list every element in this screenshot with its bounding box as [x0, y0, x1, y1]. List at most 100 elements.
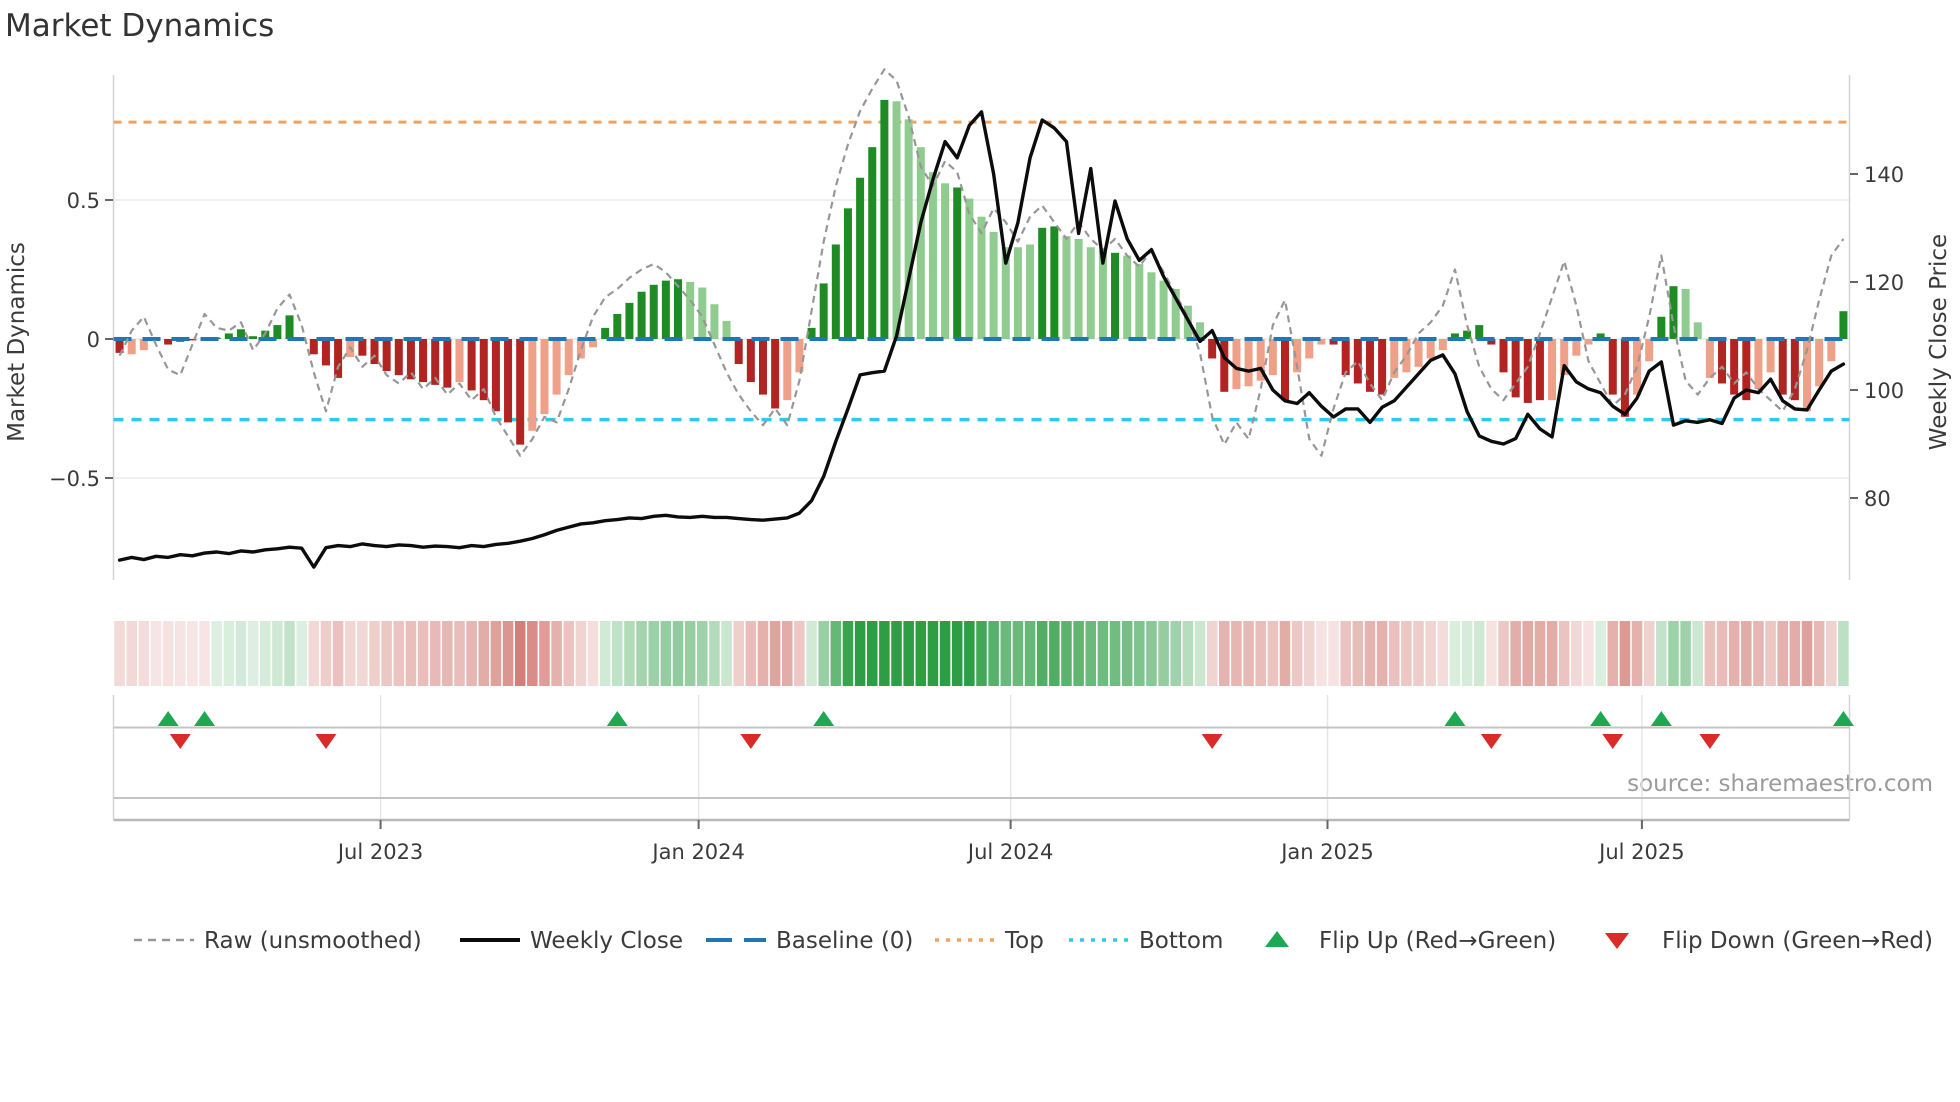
- heatmap-strip: [114, 621, 1849, 686]
- heatmap-cell: [150, 621, 162, 686]
- bar: [856, 177, 865, 339]
- bar: [1548, 339, 1557, 401]
- bar: [1305, 339, 1314, 359]
- heatmap-cell: [733, 621, 744, 686]
- bar: [953, 187, 962, 339]
- heatmap-cell: [1255, 621, 1266, 686]
- bar: [1669, 286, 1678, 339]
- bar: [1365, 339, 1374, 392]
- heatmap-cell: [951, 621, 963, 686]
- heatmap-cell: [126, 621, 137, 686]
- heatmap-cell: [781, 621, 793, 686]
- x-tick-label: Jul 2024: [966, 840, 1053, 864]
- heatmap-cell: [1316, 621, 1327, 686]
- heatmap-cell: [575, 621, 587, 686]
- right-tick-label: 140: [1864, 163, 1904, 187]
- bar: [443, 339, 452, 388]
- heatmap-cell: [1595, 621, 1606, 686]
- heatmap-cell: [1206, 621, 1218, 686]
- bar: [1147, 272, 1156, 339]
- right-tick-label: 100: [1864, 379, 1904, 403]
- heatmap-cell: [357, 621, 368, 686]
- bar: [370, 339, 379, 365]
- heatmap-cell: [1656, 621, 1667, 686]
- heatmap-cell: [1583, 621, 1594, 686]
- main-plot: 0.5 0 −0.5 140 120 100 80: [49, 68, 1904, 580]
- bar: [1353, 339, 1362, 384]
- bar: [783, 339, 792, 401]
- bar: [843, 208, 852, 339]
- right-tick-label: 80: [1864, 487, 1891, 511]
- flip-up-markers: [157, 711, 1854, 726]
- heatmap-cell: [1643, 621, 1655, 686]
- heatmap-cell: [344, 621, 356, 686]
- heatmap-cell: [1838, 621, 1849, 686]
- heatmap-cell: [1486, 621, 1497, 686]
- bar: [528, 339, 537, 431]
- heatmap-cell: [563, 621, 575, 686]
- heatmap-cell: [648, 621, 659, 686]
- heatmap-cell: [1753, 621, 1764, 686]
- heatmap-cell: [1231, 621, 1242, 686]
- bar: [1062, 236, 1071, 339]
- heatmap-cell: [927, 621, 939, 686]
- flip-up-marker: [1590, 711, 1612, 726]
- generated-chart-content: 0.50−0.514012010080Jul 2023 Jan 2024 Jul 2…: [49, 68, 1933, 954]
- heatmap-cell: [490, 621, 502, 686]
- heatmap-cell: [1680, 621, 1691, 686]
- bar: [758, 339, 767, 395]
- bar: [1159, 280, 1168, 339]
- heatmap-cell: [745, 621, 757, 686]
- flip-up-marker: [1444, 711, 1466, 726]
- bar: [625, 302, 634, 339]
- heatmap-cell: [636, 621, 647, 686]
- left-tick-label: 0.5: [67, 189, 100, 213]
- bar: [1074, 238, 1083, 339]
- flip-down-marker: [740, 734, 762, 749]
- bar: [1475, 325, 1484, 339]
- bar: [977, 216, 986, 339]
- heatmap-cell: [405, 621, 417, 686]
- flip-down-marker: [1480, 734, 1502, 749]
- bar: [674, 279, 683, 339]
- bar: [1013, 247, 1022, 339]
- legend-item: Raw (unsmoothed): [134, 928, 422, 954]
- flip-down-marker: [169, 734, 191, 749]
- bar: [1135, 263, 1144, 339]
- heatmap-cell: [1558, 621, 1570, 686]
- heatmap-cell: [1304, 621, 1315, 686]
- legend-label: Top: [1004, 928, 1044, 954]
- heatmap-cell: [612, 621, 623, 686]
- bar: [1220, 339, 1229, 392]
- x-tick-label: Jan 2024: [650, 840, 745, 864]
- heatmap-cell: [1716, 621, 1728, 686]
- heatmap-cell: [320, 621, 332, 686]
- flip-down-marker: [1602, 734, 1624, 749]
- heatmap-cell: [272, 621, 283, 686]
- heatmap-cell: [1449, 621, 1461, 686]
- legend-item: Top: [935, 928, 1044, 954]
- bar: [1268, 339, 1277, 376]
- heatmap-cell: [1668, 621, 1679, 686]
- heatmap-cell: [478, 621, 490, 686]
- heatmap-cell: [332, 621, 344, 686]
- bar: [564, 339, 573, 376]
- bar: [1378, 339, 1387, 395]
- heatmap-cell: [1607, 621, 1619, 686]
- heatmap-cell: [1534, 621, 1546, 686]
- heatmap-cell: [1473, 621, 1485, 686]
- bar: [491, 339, 500, 412]
- bar: [1402, 339, 1411, 373]
- bar: [941, 183, 950, 339]
- heatmap-cell: [1085, 621, 1097, 686]
- bar: [285, 315, 294, 339]
- heatmap-cell: [1765, 621, 1776, 686]
- bar: [1790, 339, 1799, 401]
- flip-down-marker: [1699, 734, 1721, 749]
- heatmap-cell: [1826, 621, 1837, 686]
- legend-item: Flip Up (Red→Green): [1265, 928, 1556, 954]
- heatmap-cell: [891, 621, 902, 686]
- heatmap-cell: [1170, 621, 1182, 686]
- heatmap-cell: [199, 621, 210, 686]
- flip-down-marker: [315, 734, 337, 749]
